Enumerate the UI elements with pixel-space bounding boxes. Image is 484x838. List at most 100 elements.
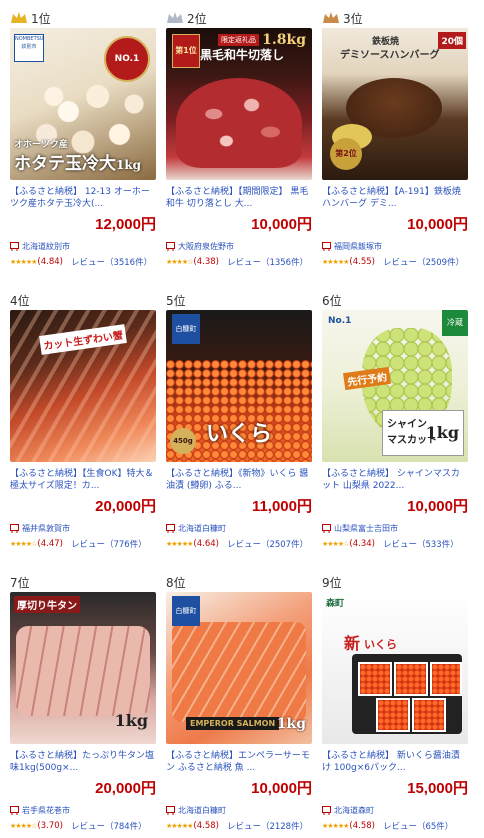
image-weight: 1kg [276, 716, 306, 732]
ranking-badge: 第1位 [172, 34, 200, 68]
product-title-link[interactable]: 【ふるさと納税】たっぷり牛タン塩味1kg(500g×... [10, 750, 156, 774]
review-row[interactable]: ★★★★☆ (4.34) レビュー（533件） [322, 537, 468, 551]
image-weight: 1.8kg [262, 32, 306, 48]
municipality-link[interactable]: 北海道白糠町 [166, 522, 312, 534]
review-score: (3.70) [37, 821, 63, 831]
location-text: 北海道紋別市 [22, 241, 70, 251]
price: 10,000円 [251, 780, 312, 797]
location-pin-icon [166, 523, 175, 533]
location-text: 北海道白糠町 [178, 805, 226, 815]
municipality-link[interactable]: 北海道白糠町 [166, 804, 312, 816]
product-image[interactable]: NOMBETSU 紋別市 NO.1 オホーツク産 ホタテ玉冷大1kg [10, 28, 156, 180]
municipality-link[interactable]: 岩手県花巻市 [10, 804, 156, 816]
city-logo: 森町 [326, 599, 345, 609]
review-row[interactable]: ★★★★★ (4.58) レビュー（65件） [322, 819, 468, 833]
product-image[interactable]: 白糠町 EMPEROR SALMON 1kg [166, 592, 312, 744]
product-title-link[interactable]: 【ふるさと納税】【生食OK】特大＆極太サイズ限定！カ... [10, 468, 156, 492]
image-band: 限定返礼品 [218, 34, 259, 46]
municipality-link[interactable]: 福井県敦賀市 [10, 522, 156, 534]
location-text: 福井県敦賀市 [22, 523, 70, 533]
product-title-link[interactable]: 【ふるさと納税】 シャインマスカット 山梨県 2022... [322, 468, 468, 492]
product-title-link[interactable]: 【ふるさと納税】エンペラーサーモン ふるさと納税 魚 ... [166, 750, 312, 774]
location-text: 北海道森町 [334, 805, 374, 815]
ranking-card-2[interactable]: 2位 第1位 限定返礼品 黒毛和牛切落し 1.8kg 【ふるさと納税】【期間限定… [166, 8, 312, 269]
ranking-card-3[interactable]: 3位 鉄板焼 デミソースハンバーグ 20個 第2位 【ふるさと納税】【A-191… [322, 8, 468, 269]
product-image[interactable]: 第1位 限定返礼品 黒毛和牛切落し 1.8kg [166, 28, 312, 180]
review-row[interactable]: ★★★★★ (4.84) レビュー（3516件） [10, 255, 156, 269]
product-image[interactable]: 冷蔵 No.1 先行予約 シャイン マスカット 1kg [322, 310, 468, 462]
rank-label: 1位 [10, 8, 156, 28]
review-score: (4.55) [349, 257, 375, 267]
star-rating-icon: ★★★★★ [322, 822, 349, 830]
review-count: レビュー（3516件） [70, 258, 153, 268]
image-label-box: シャイン マスカット 1kg [382, 410, 464, 456]
rank-text: 7位 [10, 575, 30, 590]
rank-label: 2位 [166, 8, 312, 28]
crown-icon [167, 12, 183, 23]
product-title-link[interactable]: 【ふるさと納税】【A-191】鉄板焼 ハンバーグ デミ... [322, 186, 468, 210]
ranking-card-7[interactable]: 7位 厚切り牛タン 1kg 【ふるさと納税】たっぷり牛タン塩味1kg(500g×… [10, 572, 156, 833]
image-tag: 冷蔵 [442, 310, 468, 336]
review-row[interactable]: ★★★★★ (4.55) レビュー（2509件） [322, 255, 468, 269]
ranking-card-5[interactable]: 5位 白糠町 いくら 450g 【ふるさと納税】《新物》いくら 醤油漬 (鱒卵)… [166, 290, 312, 551]
product-title-link[interactable]: 【ふるさと納税】 12-13 オーホーツク産ホタテ玉冷大(... [10, 186, 156, 210]
product-image[interactable]: 鉄板焼 デミソースハンバーグ 20個 第2位 [322, 28, 468, 180]
image-title: デミソースハンバーグ [340, 50, 440, 61]
review-score: (4.84) [37, 257, 63, 267]
image-weight: 1kg [114, 711, 148, 730]
price: 10,000円 [407, 498, 468, 515]
location-text: 北海道白糠町 [178, 523, 226, 533]
image-count: 20個 [438, 32, 466, 49]
product-image[interactable]: 白糠町 いくら 450g [166, 310, 312, 462]
location-pin-icon [166, 241, 175, 251]
ranking-seal: NO.1 [104, 36, 150, 82]
location-text: 岩手県花巻市 [22, 805, 70, 815]
location-text: 大阪府泉佐野市 [178, 241, 234, 251]
rank-text: 4位 [10, 293, 30, 308]
municipality-link[interactable]: 山梨県富士吉田市 [322, 522, 468, 534]
price: 10,000円 [407, 216, 468, 233]
municipality-link[interactable]: 福岡県飯塚市 [322, 240, 468, 252]
municipality-link[interactable]: 大阪府泉佐野市 [166, 240, 312, 252]
review-row[interactable]: ★★★★☆ (3.70) レビュー（784件） [10, 819, 156, 833]
product-title-link[interactable]: 【ふるさと納税】 新いくら醤油漬け 100g×6パック... [322, 750, 468, 774]
ranking-card-9[interactable]: 9位 森町 新 いくら 【ふるさと納税】 新いくら醤油漬け 100g×6パック.… [322, 572, 468, 833]
image-weight: 1kg [425, 423, 459, 442]
image-title-line1: シャイン [387, 419, 427, 430]
image-title: 黒毛和牛切落し [200, 48, 285, 62]
review-score: (4.64) [193, 539, 219, 549]
municipality-link[interactable]: 北海道紋別市 [10, 240, 156, 252]
ranking-card-8[interactable]: 8位 白糠町 EMPEROR SALMON 1kg 【ふるさと納税】エンペラーサ… [166, 572, 312, 833]
review-count: レビュー（2507件） [226, 540, 309, 550]
review-score: (4.34) [349, 539, 375, 549]
product-image[interactable]: カット生ずわい蟹 [10, 310, 156, 462]
review-row[interactable]: ★★★★★ (4.58) レビュー（2128件） [166, 819, 312, 833]
review-count: レビュー（1356件） [226, 258, 309, 268]
crown-icon [323, 12, 339, 23]
ranking-card-4[interactable]: 4位 カット生ずわい蟹 【ふるさと納税】【生食OK】特大＆極太サイズ限定！カ..… [10, 290, 156, 551]
image-title: いくら [364, 638, 397, 651]
ranking-card-1[interactable]: 1位 NOMBETSU 紋別市 NO.1 オホーツク産 ホタテ玉冷大1kg 【ふ… [10, 8, 156, 269]
city-logo: NOMBETSU 紋別市 [14, 34, 44, 62]
product-image[interactable]: 厚切り牛タン 1kg [10, 592, 156, 744]
location-pin-icon [166, 805, 175, 815]
municipality-link[interactable]: 北海道森町 [322, 804, 468, 816]
review-row[interactable]: ★★★★★ (4.64) レビュー（2507件） [166, 537, 312, 551]
product-title-link[interactable]: 【ふるさと納税】【期間限定】 黒毛和牛 切り落とし 大... [166, 186, 312, 210]
price: 20,000円 [95, 498, 156, 515]
rank-label: 9位 [322, 572, 468, 592]
review-row[interactable]: ★★★★☆ (4.47) レビュー（776件） [10, 537, 156, 551]
product-image[interactable]: 森町 新 いくら [322, 592, 468, 744]
star-rating-icon: ★★★★☆ [10, 540, 37, 548]
location-pin-icon [10, 523, 19, 533]
ranking-card-6[interactable]: 6位 冷蔵 No.1 先行予約 シャイン マスカット 1kg 【ふるさと納税】 … [322, 290, 468, 551]
rank-text: 8位 [166, 575, 186, 590]
product-title-link[interactable]: 【ふるさと納税】《新物》いくら 醤油漬 (鱒卵) ふる... [166, 468, 312, 492]
review-row[interactable]: ★★★★☆ (4.38) レビュー（1356件） [166, 255, 312, 269]
image-title: ホタテ玉冷大1kg [14, 154, 142, 174]
location-pin-icon [322, 805, 331, 815]
review-count: レビュー（2128件） [226, 822, 309, 832]
rank-text: 9位 [322, 575, 342, 590]
location-text: 山梨県富士吉田市 [334, 523, 398, 533]
location-pin-icon [322, 523, 331, 533]
